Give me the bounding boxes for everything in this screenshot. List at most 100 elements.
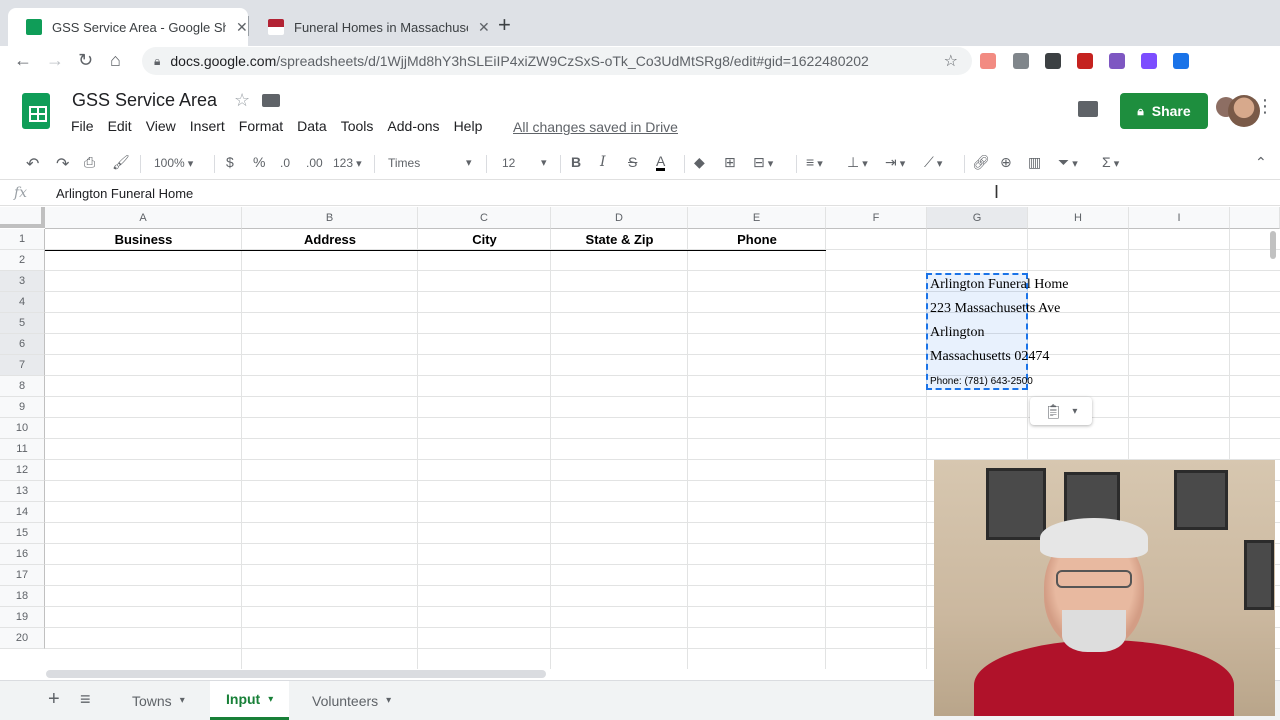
- row-header-16[interactable]: 16: [0, 544, 45, 565]
- row-header-14[interactable]: 14: [0, 502, 45, 523]
- column-header-g[interactable]: G: [927, 207, 1028, 229]
- menu-view[interactable]: View: [139, 118, 183, 134]
- menu-addons[interactable]: Add-ons: [380, 118, 446, 134]
- font-size-select[interactable]: 12: [502, 156, 515, 170]
- menu-help[interactable]: Help: [447, 118, 490, 134]
- chevron-down-icon[interactable]: ▾: [541, 156, 547, 169]
- column-header-h[interactable]: H: [1028, 207, 1129, 229]
- comment-icon[interactable]: [1078, 101, 1098, 117]
- paste-options-button[interactable]: 📋︎ ▾: [1030, 397, 1092, 425]
- sheet-tab-volunteers[interactable]: Volunteers: [296, 681, 407, 720]
- cell-a1[interactable]: Business: [45, 232, 242, 247]
- sheet-tab-input[interactable]: Input: [210, 681, 290, 720]
- menu-format[interactable]: Format: [232, 118, 290, 134]
- extension-icon[interactable]: [980, 53, 996, 69]
- menu-tools[interactable]: Tools: [334, 118, 381, 134]
- paint-format-icon[interactable]: 🖌︎: [112, 154, 130, 171]
- save-status[interactable]: All changes saved in Drive: [513, 119, 678, 135]
- row-header-4[interactable]: 4: [0, 292, 45, 313]
- print-icon[interactable]: ⎙: [84, 154, 95, 171]
- percent-format-button[interactable]: %: [253, 154, 265, 170]
- extension-icon[interactable]: [1045, 53, 1061, 69]
- row-header-1[interactable]: 1: [0, 229, 45, 250]
- insert-chart-icon[interactable]: ▥: [1028, 154, 1041, 171]
- row-header-12[interactable]: 12: [0, 460, 45, 481]
- row-header-8[interactable]: 8: [0, 376, 45, 397]
- row-header-3[interactable]: 3: [0, 271, 45, 292]
- document-title[interactable]: GSS Service Area: [72, 90, 217, 111]
- star-icon[interactable]: ☆: [234, 90, 250, 111]
- insert-link-icon[interactable]: 🔗︎: [972, 154, 990, 171]
- row-header-11[interactable]: 11: [0, 439, 45, 460]
- browser-tab-funeral[interactable]: Funeral Homes in Massachusetts ✕: [250, 8, 490, 46]
- column-header-a[interactable]: A: [45, 207, 242, 229]
- avatar[interactable]: [1228, 95, 1260, 127]
- column-header-b[interactable]: B: [242, 207, 418, 229]
- cell-g4[interactable]: 223 Massachusetts Ave: [930, 301, 1060, 317]
- italic-button[interactable]: I: [600, 154, 606, 170]
- more-formats-select[interactable]: 123: [333, 156, 362, 170]
- column-header-i[interactable]: I: [1129, 207, 1230, 229]
- cell-g6[interactable]: Massachusetts 02474: [930, 349, 1049, 365]
- forward-icon[interactable]: →: [46, 50, 64, 71]
- vertical-scrollbar[interactable]: [1270, 231, 1276, 259]
- filter-icon[interactable]: ⏷: [1058, 154, 1078, 171]
- functions-icon[interactable]: Σ: [1102, 154, 1119, 170]
- row-header-19[interactable]: 19: [0, 607, 45, 628]
- browser-tab-sheets[interactable]: GSS Service Area - Google Sheets ✕: [8, 8, 248, 46]
- home-icon[interactable]: ⌂: [110, 50, 121, 71]
- row-header-10[interactable]: 10: [0, 418, 45, 439]
- extension-icon[interactable]: [1141, 53, 1157, 69]
- currency-format-button[interactable]: $: [226, 154, 234, 170]
- strikethrough-button[interactable]: S: [628, 154, 637, 170]
- new-tab-button[interactable]: +: [498, 12, 511, 38]
- menu-data[interactable]: Data: [290, 118, 334, 134]
- dropbox-icon[interactable]: [1173, 53, 1189, 69]
- column-header-e[interactable]: E: [688, 207, 826, 229]
- menu-edit[interactable]: Edit: [101, 118, 139, 134]
- cell-c1[interactable]: City: [418, 232, 551, 247]
- vertical-align-icon[interactable]: ⊥: [847, 154, 868, 171]
- formula-input[interactable]: Arlington Funeral Home: [56, 186, 193, 201]
- cell-g7[interactable]: Phone: (781) 643-2500: [930, 376, 1033, 387]
- column-header-f[interactable]: F: [826, 207, 927, 229]
- row-header-17[interactable]: 17: [0, 565, 45, 586]
- decrease-decimal-button[interactable]: .0: [280, 156, 290, 170]
- cell-e1[interactable]: Phone: [688, 232, 826, 247]
- chevron-down-icon[interactable]: ▾: [466, 156, 472, 169]
- close-icon[interactable]: ✕: [236, 19, 248, 36]
- bookmark-star-icon[interactable]: ☆: [944, 51, 958, 71]
- increase-decimal-button[interactable]: .00: [306, 156, 323, 170]
- menu-file[interactable]: File: [64, 118, 101, 134]
- horizontal-scrollbar[interactable]: [46, 670, 546, 678]
- extension-icon[interactable]: [1109, 53, 1125, 69]
- reload-icon[interactable]: ↻: [78, 50, 93, 71]
- cell-d1[interactable]: State & Zip: [551, 232, 688, 247]
- url-input[interactable]: 🔒︎ docs.google.com/spreadsheets/d/1WjjMd…: [142, 47, 972, 75]
- redo-icon[interactable]: ↷: [56, 154, 69, 174]
- select-all-corner[interactable]: [0, 207, 45, 228]
- column-header-d[interactable]: D: [551, 207, 688, 229]
- sheets-logo-icon[interactable]: [22, 93, 50, 129]
- row-header-20[interactable]: 20: [0, 628, 45, 649]
- text-wrap-icon[interactable]: ⇥: [885, 154, 905, 171]
- menu-insert[interactable]: Insert: [183, 118, 232, 134]
- collapse-toolbar-icon[interactable]: ⌃: [1255, 154, 1267, 171]
- extension-icon[interactable]: [1013, 53, 1029, 69]
- text-rotation-icon[interactable]: ⟋: [924, 154, 942, 171]
- back-icon[interactable]: ←: [14, 50, 32, 71]
- fill-color-icon[interactable]: ◆: [694, 154, 705, 171]
- row-header-18[interactable]: 18: [0, 586, 45, 607]
- close-icon[interactable]: ✕: [478, 19, 490, 36]
- merge-cells-icon[interactable]: ⊟: [753, 154, 773, 171]
- add-sheet-button[interactable]: +: [48, 688, 60, 711]
- cell-b1[interactable]: Address: [242, 232, 418, 247]
- pdf-extension-icon[interactable]: [1077, 53, 1093, 69]
- bold-button[interactable]: B: [571, 154, 581, 170]
- row-header-15[interactable]: 15: [0, 523, 45, 544]
- column-header-c[interactable]: C: [418, 207, 551, 229]
- row-header-7[interactable]: 7: [0, 355, 45, 376]
- sheet-tab-towns[interactable]: Towns: [116, 681, 201, 720]
- borders-icon[interactable]: ⊞: [724, 154, 736, 171]
- row-header-5[interactable]: 5: [0, 313, 45, 334]
